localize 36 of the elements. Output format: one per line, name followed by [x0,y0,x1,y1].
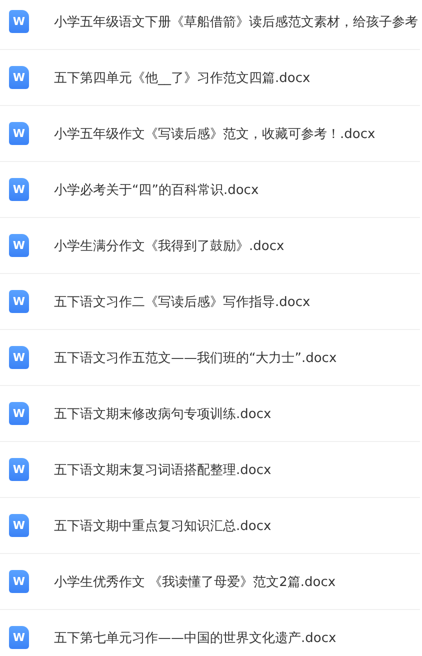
file-row[interactable]: W 五下语文习作五范文——我们班的“大力士”.docx [0,330,420,386]
file-name: 小学五年级作文《写读后感》范文，收藏可参考！.docx [54,126,376,142]
file-row[interactable]: W 五下第七单元习作——中国的世界文化遗产.docx [0,610,420,656]
file-name: 小学五年级语文下册《草船借箭》读后感范文素材，给孩子参考 [54,14,418,30]
word-file-icon: W [9,626,29,649]
word-file-icon: W [9,570,29,593]
file-row[interactable]: W 五下语文期末修改病句专项训练.docx [0,386,420,442]
file-name: 五下语文期末修改病句专项训练.docx [54,406,272,422]
file-row[interactable]: W 小学生优秀作文 《我读懂了母爱》范文2篇.docx [0,554,420,610]
file-row[interactable]: W 五下语文期末复习词语搭配整理.docx [0,442,420,498]
file-name: 五下第四单元《他__了》习作范文四篇.docx [54,70,310,86]
word-file-icon: W [9,10,29,33]
file-name: 小学生满分作文《我得到了鼓励》.docx [54,238,284,254]
file-row[interactable]: W 小学生满分作文《我得到了鼓励》.docx [0,218,420,274]
file-name: 五下语文期末复习词语搭配整理.docx [54,462,272,478]
file-name: 小学必考关于“四”的百科常识.docx [54,182,259,198]
file-name: 小学生优秀作文 《我读懂了母爱》范文2篇.docx [54,574,336,590]
word-file-icon: W [9,290,29,313]
word-file-icon: W [9,346,29,369]
file-row[interactable]: W 五下第四单元《他__了》习作范文四篇.docx [0,50,420,106]
word-file-icon: W [9,66,29,89]
word-file-icon: W [9,122,29,145]
word-file-icon: W [9,402,29,425]
file-row[interactable]: W 五下语文期中重点复习知识汇总.docx [0,498,420,554]
file-row[interactable]: W 小学五年级作文《写读后感》范文，收藏可参考！.docx [0,106,420,162]
file-name: 五下语文习作二《写读后感》写作指导.docx [54,294,310,310]
file-name: 五下语文习作五范文——我们班的“大力士”.docx [54,350,337,366]
file-row[interactable]: W 小学必考关于“四”的百科常识.docx [0,162,420,218]
file-name: 五下第七单元习作——中国的世界文化遗产.docx [54,630,336,646]
file-row[interactable]: W 小学五年级语文下册《草船借箭》读后感范文素材，给孩子参考 [0,0,420,50]
file-row[interactable]: W 五下语文习作二《写读后感》写作指导.docx [0,274,420,330]
word-file-icon: W [9,234,29,257]
word-file-icon: W [9,514,29,537]
word-file-icon: W [9,458,29,481]
file-name: 五下语文期中重点复习知识汇总.docx [54,518,272,534]
word-file-icon: W [9,178,29,201]
